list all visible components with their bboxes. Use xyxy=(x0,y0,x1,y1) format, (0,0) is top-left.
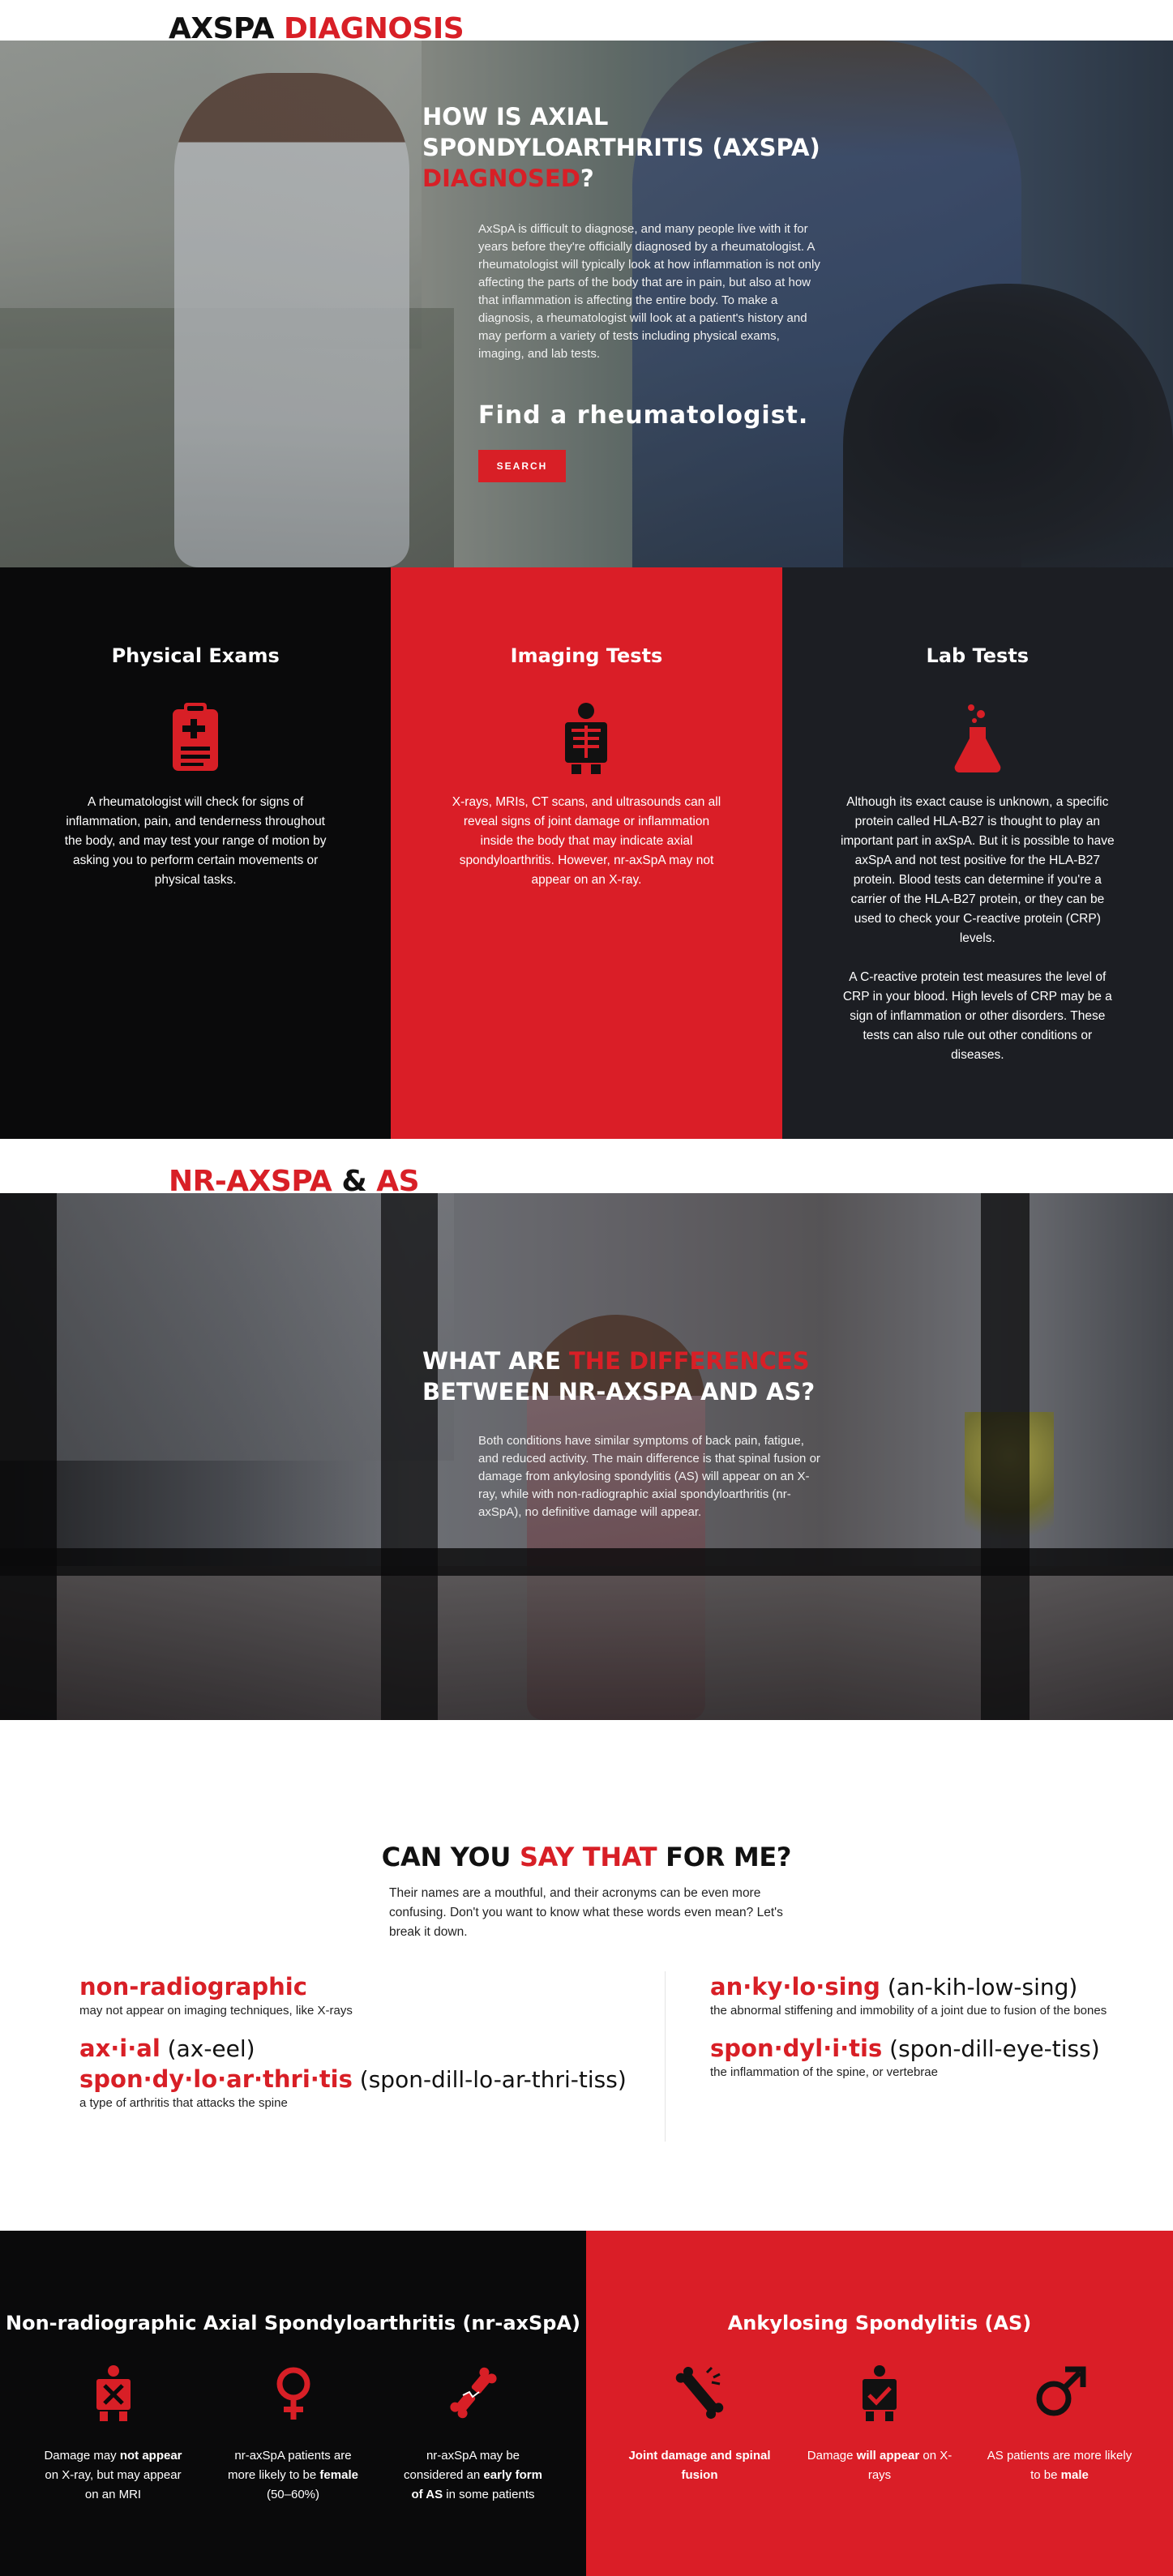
tests-row: Physical Exams A rheumatologist will che… xyxy=(0,567,1173,1139)
term-definition: the inflammation of the spine, or verteb… xyxy=(710,2065,938,2079)
panel-item: nr-axSpA patients are more likely to be … xyxy=(220,2364,366,2505)
hero-title-white: HOW IS AXIAL SPONDYLOARTHRITIS (AXSPA) xyxy=(422,103,820,161)
term-entry: ax·i·al (ax-eel) xyxy=(79,2033,647,2064)
comparison-row: Non-radiographic Axial Spondyloarthritis… xyxy=(0,2231,1173,2576)
term-word: spon·dyl·i·tis xyxy=(710,2035,883,2062)
title-black: FOR ME? xyxy=(657,1842,792,1872)
bone-icon xyxy=(449,2367,497,2419)
text-pre: AS patients are more likely to be xyxy=(987,2449,1132,2482)
panel-item-text: Damage may not appear on X-ray, but may … xyxy=(41,2446,186,2505)
panel-items: Damage may not appear on X-ray, but may … xyxy=(0,2364,586,2505)
term-pronunciation: (spon-dill-eye-tiss) xyxy=(882,2035,1100,2062)
term-entry: spon·dy·lo·ar·thri·tis (spon-dill-lo-ar-… xyxy=(79,2064,647,2112)
differences-hero: WHAT ARE THE DIFFERENCES BETWEEN NR-AXSP… xyxy=(0,1193,1173,1720)
as-panel: Ankylosing Spondylitis (AS) Joint damage… xyxy=(586,2231,1173,2576)
panel-item-text: Joint damage and spinal fusion xyxy=(627,2446,773,2485)
test-lab: Lab Tests Although its exact cause is un… xyxy=(781,567,1173,1139)
terms-left: non-radiographic may not appear on imagi… xyxy=(79,1971,647,2125)
panel-item-text: AS patients are more likely to be male xyxy=(987,2446,1132,2485)
fused-bone-icon xyxy=(675,2366,724,2420)
panel-item: Joint damage and spinal fusion xyxy=(627,2364,773,2485)
test-body: X-rays, MRIs, CT scans, and ultrasounds … xyxy=(452,795,721,887)
text-post: (50–60%) xyxy=(266,2488,320,2501)
term-word: ax·i·al xyxy=(79,2035,161,2062)
xray-icon xyxy=(565,703,608,774)
term-pronunciation: (an-kih-low-sing) xyxy=(880,1974,1078,2000)
flask-icon xyxy=(954,704,1001,772)
panel-title: Non-radiographic Axial Spondyloarthritis… xyxy=(6,2312,580,2334)
test-imaging: Imaging Tests X-rays, MRIs, CT scans, an… xyxy=(391,567,782,1139)
diagnosis-hero: HOW IS AXIAL SPONDYLOARTHRITIS (AXSPA) D… xyxy=(0,41,1173,567)
text-bold: will appear xyxy=(856,2449,920,2463)
test-title: Imaging Tests xyxy=(510,644,663,667)
term-definition: the abnormal stiffening and immobility o… xyxy=(710,2004,1107,2018)
xray-check-icon xyxy=(863,2365,897,2421)
title-black: CAN YOU xyxy=(381,1842,520,1872)
section-heading-diagnosis: AXSPA DIAGNOSIS xyxy=(169,15,464,44)
term-word: non-radiographic xyxy=(79,1973,307,2000)
term-definition: a type of arthritis that attacks the spi… xyxy=(79,2096,288,2110)
text-pre: Damage may xyxy=(44,2449,120,2463)
hero-body: Both conditions have similar symptoms of… xyxy=(478,1434,820,1519)
clipboard-icon xyxy=(173,703,219,771)
panel-item-text: Damage will appear on X-rays xyxy=(807,2446,953,2485)
test-title: Lab Tests xyxy=(926,644,1030,667)
hero-title: HOW IS AXIAL SPONDYLOARTHRITIS (AXSPA) D… xyxy=(422,101,828,194)
term-entry: an·ky·lo·sing (an-kih-low-sing) the abno… xyxy=(710,1971,1115,2020)
test-physical-exams: Physical Exams A rheumatologist will che… xyxy=(0,567,392,1139)
panel-item-text: nr-axSpA patients are more likely to be … xyxy=(220,2446,366,2505)
panel-item: AS patients are more likely to be male xyxy=(987,2364,1132,2485)
terms-divider xyxy=(665,1971,666,2142)
test-body: Although its exact cause is unknown, a s… xyxy=(840,793,1115,1065)
hero-title-end: ? xyxy=(580,165,594,192)
panel-item: Damage may not appear on X-ray, but may … xyxy=(41,2364,186,2505)
panel-item: Damage will appear on X-rays xyxy=(807,2364,953,2485)
say-that-subtitle: Their names are a mouthful, and their ac… xyxy=(389,1886,783,1939)
test-body-para-1: Although its exact cause is unknown, a s… xyxy=(840,795,1115,945)
hero-body: AxSpA is difficult to diagnose, and many… xyxy=(478,222,820,361)
hero-title-white: BETWEEN NR-AXSPA AND AS? xyxy=(422,1378,816,1406)
text-bold: female xyxy=(319,2468,358,2482)
hero-title-white: WHAT ARE xyxy=(422,1347,570,1375)
text-post: in some patients xyxy=(443,2488,535,2501)
panel-item: nr-axSpA may be considered an early form… xyxy=(400,2364,546,2505)
female-icon xyxy=(276,2367,310,2420)
term-word: spon·dy·lo·ar·thri·tis xyxy=(79,2065,353,2093)
panel-title: Ankylosing Spondylitis (AS) xyxy=(727,2312,1032,2334)
terms-right: an·ky·lo·sing (an-kih-low-sing) the abno… xyxy=(710,1971,1115,2095)
panel-item-text: nr-axSpA may be considered an early form… xyxy=(400,2446,546,2505)
hero-title: WHAT ARE THE DIFFERENCES BETWEEN NR-AXSP… xyxy=(422,1346,844,1407)
test-title: Physical Exams xyxy=(111,644,280,667)
search-button[interactable]: SEARCH xyxy=(478,450,566,482)
term-entry: non-radiographic may not appear on imagi… xyxy=(79,1971,647,2020)
text-pre: Damage xyxy=(807,2449,857,2463)
term-definition: may not appear on imaging techniques, li… xyxy=(79,2004,353,2018)
text-bold: Joint damage and spinal fusion xyxy=(628,2449,771,2482)
term-pronunciation: (spon-dill-lo-ar-thri-tiss) xyxy=(352,2066,627,2093)
xray-cross-icon xyxy=(96,2365,131,2421)
say-that-title: CAN YOU SAY THAT FOR ME? xyxy=(0,1842,1173,1872)
hero-title-red: THE DIFFERENCES xyxy=(569,1347,810,1375)
test-body-para-2: A C-reactive protein test measures the l… xyxy=(842,970,1112,1062)
find-rheumatologist-heading: Find a rheumatologist. xyxy=(478,401,809,430)
term-pronunciation: (ax-eel) xyxy=(160,2035,255,2062)
male-icon xyxy=(1036,2366,1086,2416)
term-word: an·ky·lo·sing xyxy=(710,1973,880,2000)
text-post: on X-ray, but may appear on an MRI xyxy=(45,2468,182,2501)
hero-title-red: DIAGNOSED xyxy=(422,165,580,192)
title-red: SAY THAT xyxy=(519,1842,657,1872)
text-bold: not appear xyxy=(119,2449,182,2463)
panel-items: Joint damage and spinal fusion Damage wi… xyxy=(586,2364,1173,2485)
section-heading-differences: NR-AXSPA & AS xyxy=(169,1167,420,1196)
text-bold: male xyxy=(1060,2468,1089,2482)
test-body: A rheumatologist will check for signs of… xyxy=(64,795,327,887)
nr-axspa-panel: Non-radiographic Axial Spondyloarthritis… xyxy=(0,2231,586,2576)
term-entry: spon·dyl·i·tis (spon-dill-eye-tiss) the … xyxy=(710,2033,1115,2082)
